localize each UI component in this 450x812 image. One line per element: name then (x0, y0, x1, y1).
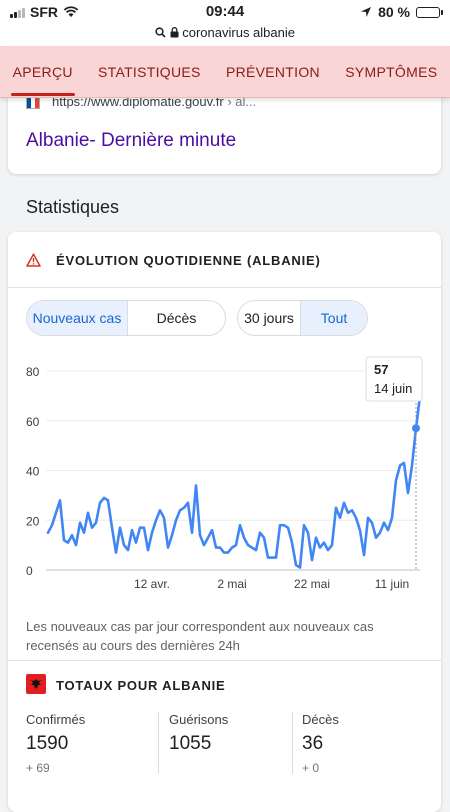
stats-card-title: ÉVOLUTION QUOTIDIENNE (ALBANIE) (56, 253, 321, 268)
y-tick-label: 20 (26, 514, 40, 528)
y-tick-label: 80 (26, 365, 40, 379)
total-value: 1590 (26, 733, 69, 754)
total-delta: + 69 (26, 761, 50, 775)
toggle-30-jours[interactable]: 30 jours (238, 301, 302, 335)
tooltip-date: 14 juin (374, 381, 412, 396)
lock-icon (170, 27, 179, 38)
search-icon (155, 27, 166, 38)
tab-apercu[interactable]: APERÇU (9, 60, 77, 96)
y-tick-label: 60 (26, 415, 40, 429)
hover-point (412, 424, 420, 433)
total-deces: Décès 36 + 0 (302, 712, 432, 775)
x-tick-label: 11 juin (375, 577, 409, 591)
address-text: coronavirus albanie (182, 25, 295, 41)
total-value: 36 (302, 733, 324, 754)
total-delta: + 0 (302, 761, 320, 775)
stats-card: ÉVOLUTION QUOTIDIENNE (ALBANIE) Nouveaux… (8, 232, 441, 812)
tab-symptomes[interactable]: SYMPTÔMES (341, 60, 441, 84)
daily-cases-chart[interactable]: 0 20 40 60 80 12 avr. 2 mai 22 mai 11 juin 57 14 j… (8, 347, 441, 607)
tab-prevention[interactable]: PRÉVENTION (222, 60, 324, 84)
tab-statistiques[interactable]: STATISTIQUES (94, 60, 205, 84)
metric-toggle: Nouveaux cas Décès (26, 300, 226, 336)
battery-icon (416, 6, 443, 18)
x-tick-label: 2 mai (217, 577, 246, 591)
chart-note: Les nouveaux cas par jour correspondent … (26, 619, 374, 653)
series-line (46, 394, 422, 569)
total-label: Décès (302, 712, 339, 727)
x-tick-label: 22 mai (294, 577, 330, 591)
location-arrow-icon (361, 7, 372, 17)
topic-tabs: APERÇU STATISTIQUES PRÉVENTION SYMPTÔMES (0, 46, 450, 98)
status-bar: SFR 09:44 80 % (0, 0, 450, 24)
stats-card-header: ÉVOLUTION QUOTIDIENNE (ALBANIE) (8, 232, 441, 288)
total-value: 1055 (169, 733, 212, 754)
total-label: Guérisons (169, 712, 229, 727)
y-tick-label: 40 (26, 465, 40, 479)
column-separator (292, 712, 293, 774)
warning-icon (26, 253, 41, 267)
address-bar[interactable]: coronavirus albanie (0, 24, 450, 46)
totals-title: TOTAUX POUR ALBANIE (56, 678, 226, 693)
albania-flag-icon (26, 674, 46, 694)
column-separator (158, 712, 159, 774)
range-toggle: 30 jours Tout (237, 300, 368, 336)
chart-tooltip: 57 14 juin (365, 356, 423, 402)
toggle-nouveaux-cas[interactable]: Nouveaux cas (27, 301, 128, 335)
result-title-link[interactable]: Albanie- Dernière minute (26, 130, 236, 152)
y-tick-label: 0 (26, 564, 33, 578)
toggle-deces[interactable]: Décès (128, 301, 225, 335)
divider (8, 660, 441, 661)
total-guerisons: Guérisons 1055 (169, 712, 299, 774)
battery-percent: 80 % (378, 4, 410, 20)
section-title: Statistiques (26, 197, 120, 217)
total-confirmes: Confirmés 1590 + 69 (26, 712, 156, 775)
x-tick-label: 12 avr. (134, 577, 170, 591)
total-label: Confirmés (26, 712, 86, 727)
tooltip-value: 57 (374, 362, 388, 377)
toggle-tout[interactable]: Tout (301, 301, 367, 335)
